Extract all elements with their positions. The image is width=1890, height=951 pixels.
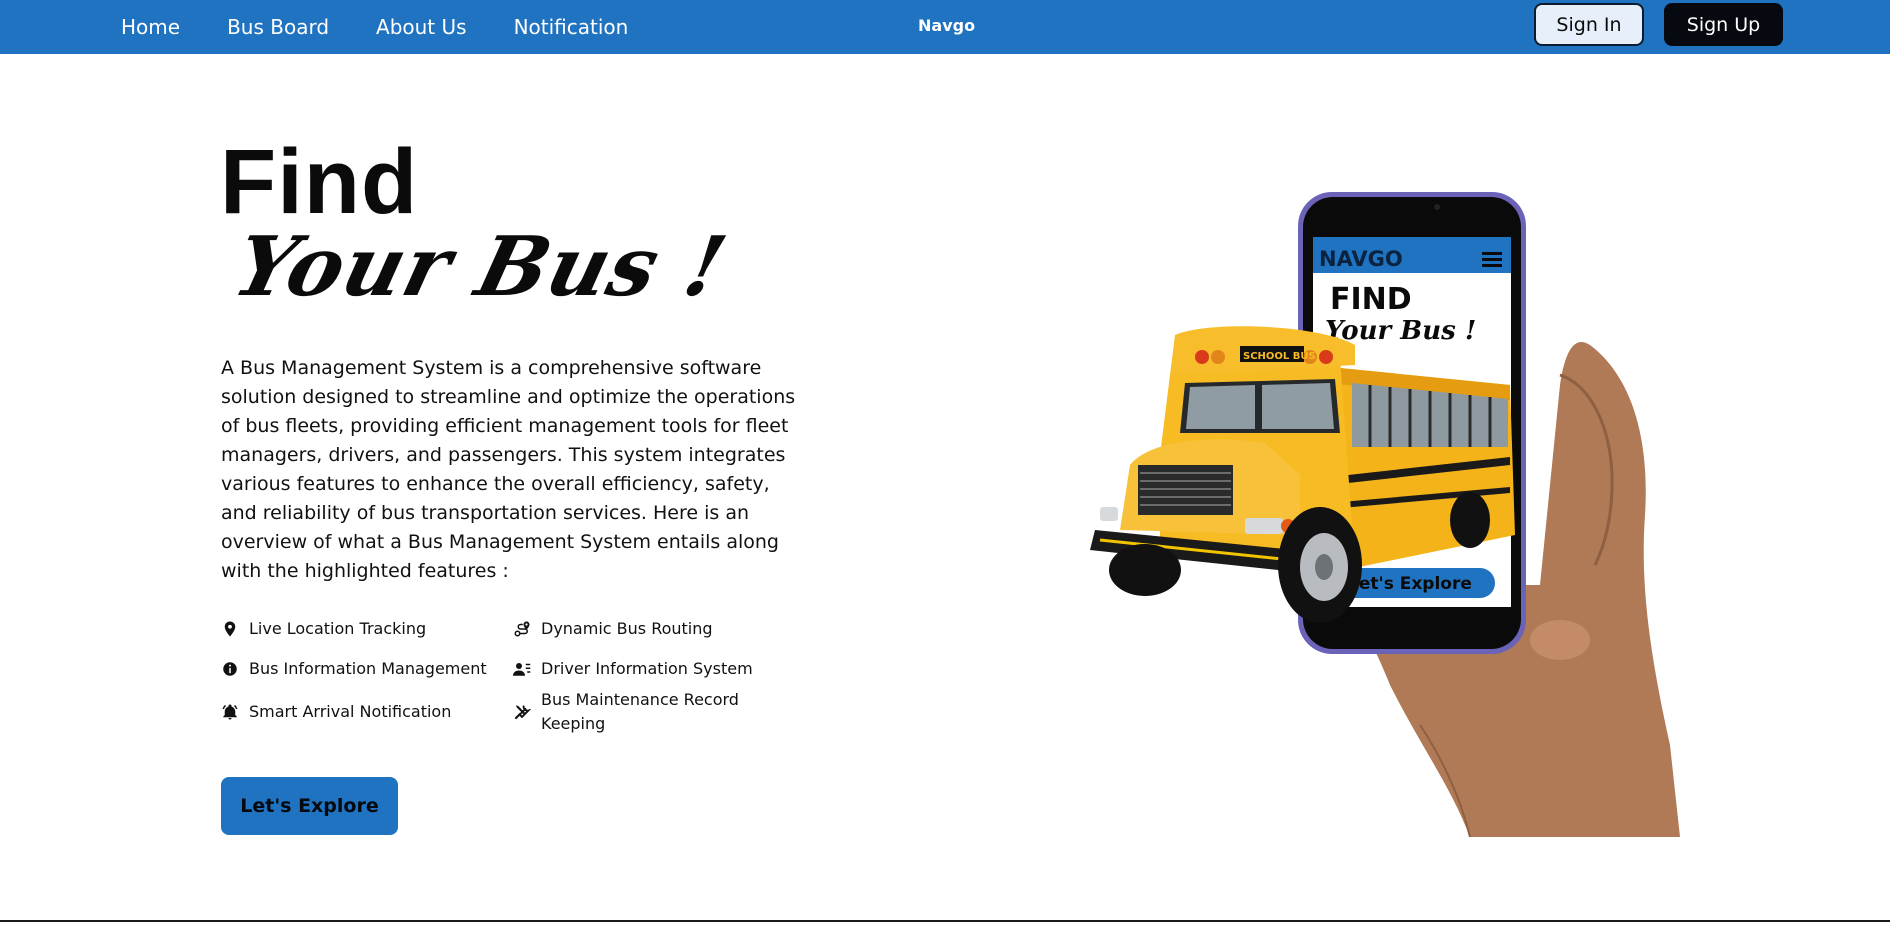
nav-link-home[interactable]: Home xyxy=(121,15,180,39)
phone-menu-icon xyxy=(1482,252,1502,255)
top-navbar: Home Bus Board About Us Notification Nav… xyxy=(0,0,1890,54)
phone-explore-text: Let's Explore xyxy=(1348,574,1472,594)
hero-description: A Bus Management System is a comprehensi… xyxy=(221,357,796,582)
info-icon xyxy=(223,662,237,676)
nav-link-bus-board[interactable]: Bus Board xyxy=(227,15,329,39)
route-icon xyxy=(514,621,530,637)
feature-label: Dynamic Bus Routing xyxy=(541,619,713,638)
phone-title-line1: FIND xyxy=(1330,282,1412,317)
feature-item: Driver Information System xyxy=(513,656,773,682)
hero-illustration: NAVGO FIND Your Bus ! Let's Explore SCHO… xyxy=(1090,192,1680,837)
bell-icon xyxy=(222,704,238,720)
feature-label: Live Location Tracking xyxy=(249,619,427,638)
feature-item: Live Location Tracking xyxy=(221,616,513,642)
feature-item: Dynamic Bus Routing xyxy=(513,616,773,642)
feature-item: Bus Maintenance Record Keeping xyxy=(513,686,773,738)
sign-in-button[interactable]: Sign In xyxy=(1534,3,1644,46)
hero-title-line2: Your Bus ! xyxy=(224,219,736,315)
feature-label: Bus Maintenance Record Keeping xyxy=(541,690,739,733)
lets-explore-button[interactable]: Let's Explore xyxy=(221,777,398,835)
hero-title-line1: Find xyxy=(220,131,419,233)
phone-brand-text: NAVGO xyxy=(1319,247,1403,271)
user-list-icon xyxy=(513,663,531,676)
feature-item: Smart Arrival Notification xyxy=(221,686,513,738)
sign-up-button[interactable]: Sign Up xyxy=(1664,3,1783,46)
section-divider xyxy=(0,920,1890,922)
feature-item: Bus Information Management xyxy=(221,656,513,682)
main-nav: Home Bus Board About Us Notification xyxy=(121,0,628,54)
location-pin-icon xyxy=(224,621,236,637)
bus-sign-text: SCHOOL BUS xyxy=(1243,351,1316,362)
feature-label: Bus Information Management xyxy=(249,659,487,678)
nav-link-about-us[interactable]: About Us xyxy=(376,15,467,39)
nav-link-notification[interactable]: Notification xyxy=(514,15,629,39)
feature-label: Driver Information System xyxy=(541,659,753,678)
tools-icon xyxy=(514,705,531,720)
feature-list: Live Location Tracking Dynamic Bus Routi… xyxy=(221,616,781,738)
brand-logo-text[interactable]: Navgo xyxy=(918,16,975,35)
feature-label: Smart Arrival Notification xyxy=(249,702,452,721)
hero-title: Find Your Bus ! xyxy=(220,131,736,315)
